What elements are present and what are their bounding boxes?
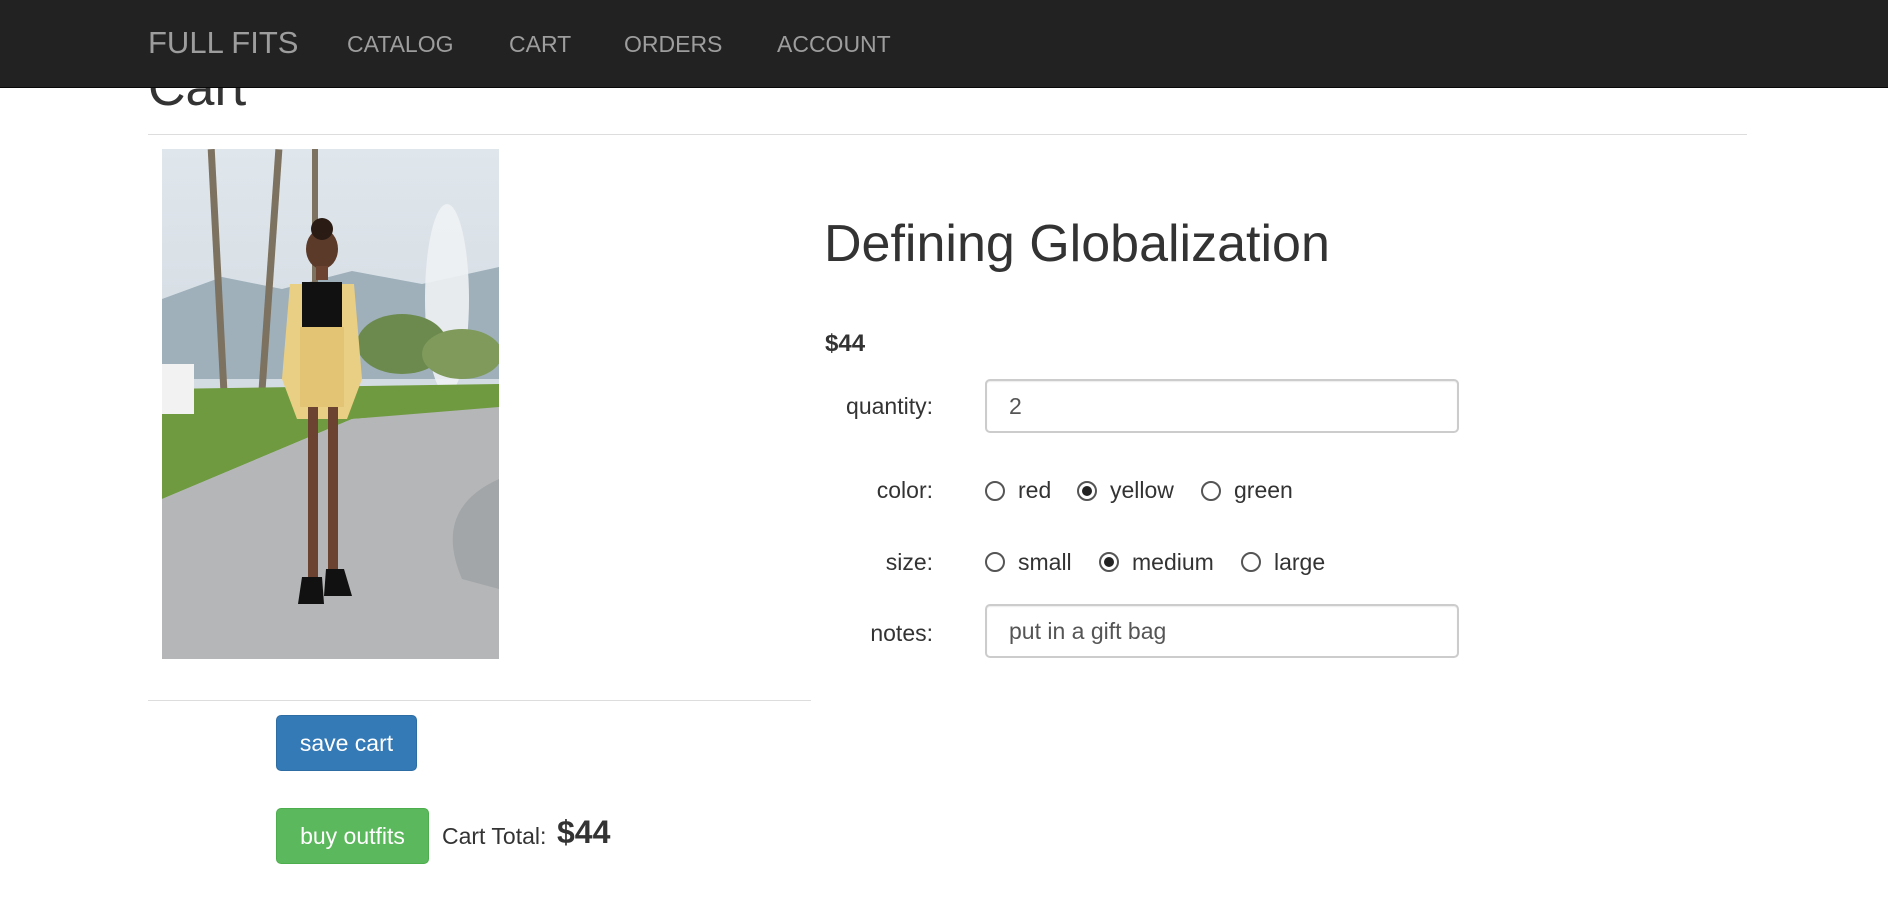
notes-label: notes: xyxy=(870,620,933,646)
top-navbar: FULL FITS CATALOG CART ORDERS ACCOUNT xyxy=(0,0,1888,88)
size-option-small-label[interactable]: small xyxy=(1018,549,1072,576)
color-option-green-label[interactable]: green xyxy=(1234,477,1293,504)
color-radio-red[interactable] xyxy=(985,481,1005,501)
cart-total-value: $44 xyxy=(557,814,611,850)
product-name: Defining Globalization xyxy=(824,215,1330,273)
size-option-large-label[interactable]: large xyxy=(1274,549,1325,576)
quantity-label: quantity: xyxy=(846,393,933,419)
save-cart-button[interactable]: save cart xyxy=(276,715,417,771)
color-option-yellow-label[interactable]: yellow xyxy=(1110,477,1174,504)
cart-divider xyxy=(148,700,811,701)
nav-link-account[interactable]: ACCOUNT xyxy=(777,31,891,58)
brand-link[interactable]: FULL FITS xyxy=(148,25,298,61)
size-radio-small[interactable] xyxy=(985,552,1005,572)
quantity-input[interactable] xyxy=(985,379,1459,433)
cart-total-label: Cart Total: xyxy=(442,823,547,849)
product-image xyxy=(162,149,499,659)
size-radio-medium[interactable] xyxy=(1099,552,1119,572)
size-radio-large[interactable] xyxy=(1241,552,1261,572)
color-radio-green[interactable] xyxy=(1201,481,1221,501)
size-label: size: xyxy=(885,549,933,575)
color-option-red-label[interactable]: red xyxy=(1018,477,1051,504)
color-radio-yellow[interactable] xyxy=(1077,481,1097,501)
product-price: $44 xyxy=(825,330,866,357)
nav-link-cart[interactable]: CART xyxy=(509,31,571,58)
nav-link-catalog[interactable]: CATALOG xyxy=(347,31,454,58)
nav-link-orders[interactable]: ORDERS xyxy=(624,31,722,58)
notes-input[interactable] xyxy=(985,604,1459,658)
title-divider xyxy=(148,134,1747,135)
size-option-medium-label[interactable]: medium xyxy=(1132,549,1214,576)
buy-outfits-button[interactable]: buy outfits xyxy=(276,808,429,864)
color-label: color: xyxy=(876,477,933,503)
